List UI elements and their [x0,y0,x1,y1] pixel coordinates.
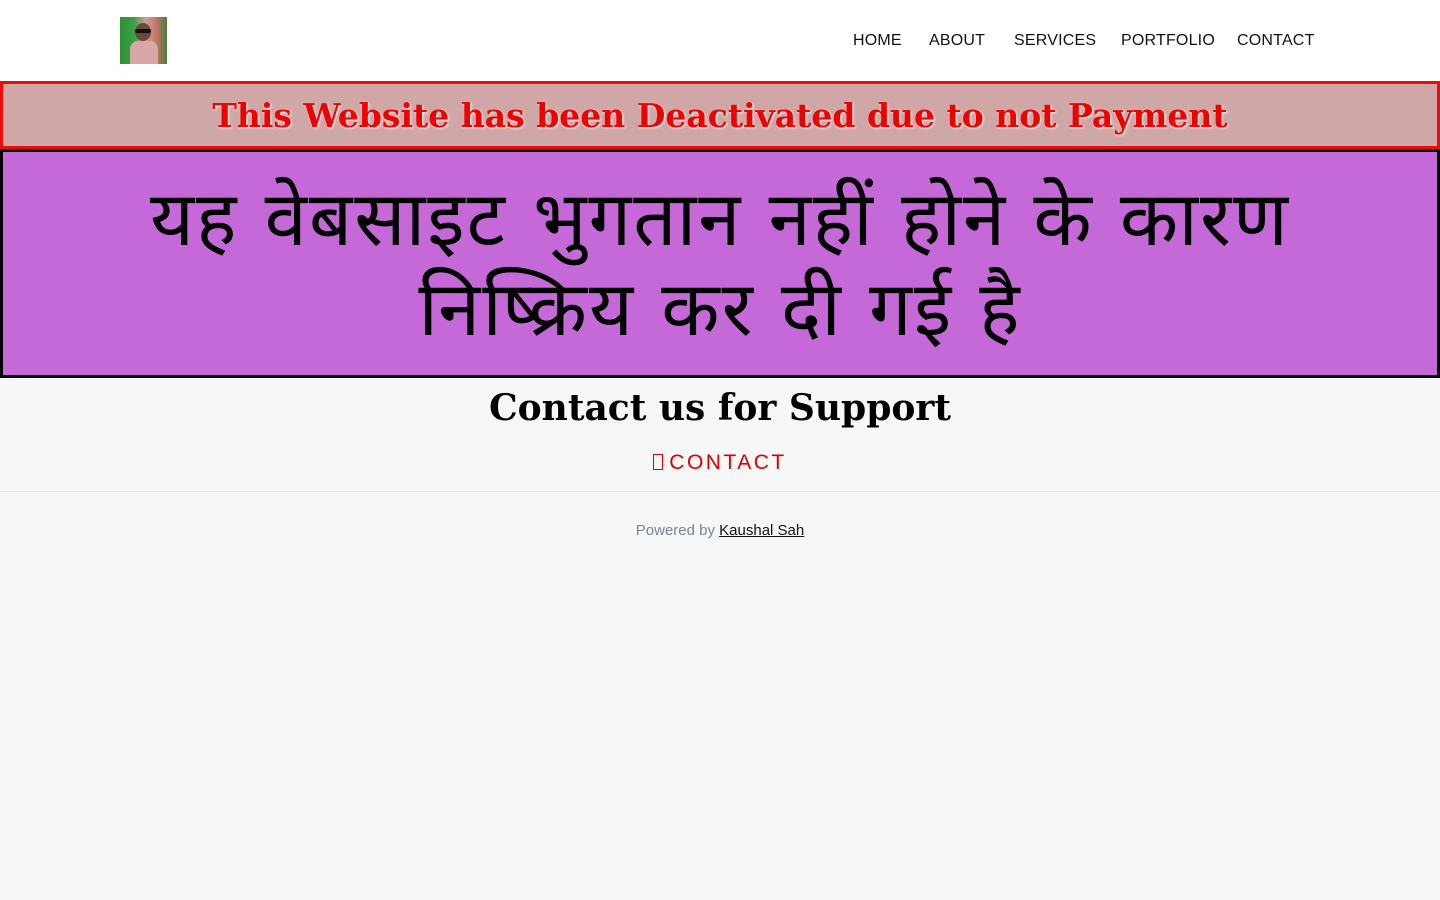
contact-link[interactable]: CONTACT [0,450,1440,476]
nav-item-home[interactable]: HOME [853,30,902,52]
nav-item-services[interactable]: SERVICES [1014,30,1096,52]
nav-item-about[interactable]: ABOUT [929,30,985,52]
deactivation-banner: This Website has been Deactivated due to… [0,81,1440,149]
deactivation-message-native: यह वेबसाइट भुगतान नहीं होने के कारण निष्… [149,173,1290,353]
support-heading: Contact us for Support [489,387,951,429]
footer-divider [0,491,1440,492]
phone-icon [653,454,664,470]
support-section: Contact us for Support [0,385,1440,431]
author-link[interactable]: Kaushal Sah [719,522,804,539]
site-header: HOME ABOUT SERVICES PORTFOLIO CONTACT [0,0,1440,81]
powered-by-text: Powered by [635,522,715,539]
nav-item-contact[interactable]: CONTACT [1237,30,1315,52]
site-footer: Powered by Kaushal Sah [0,521,1440,541]
deactivation-message: This Website has been Deactivated due to… [212,95,1228,135]
nav-item-portfolio[interactable]: PORTFOLIO [1121,30,1215,52]
contact-link-label: CONTACT [669,451,787,474]
deactivation-banner-native: यह वेबसाइट भुगतान नहीं होने के कारण निष्… [0,149,1440,378]
main-nav: HOME ABOUT SERVICES PORTFOLIO CONTACT [0,30,1440,54]
